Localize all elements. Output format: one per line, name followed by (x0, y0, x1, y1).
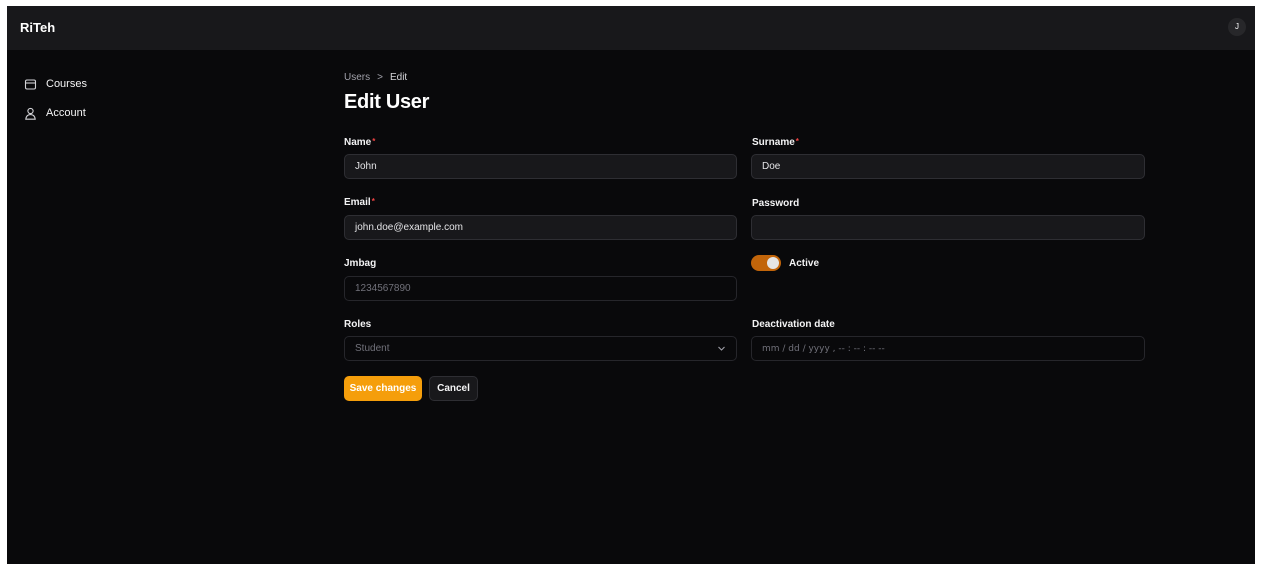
email-input[interactable]: john.doe@example.com (344, 215, 737, 240)
breadcrumb-users[interactable]: Users (344, 72, 370, 83)
cancel-button[interactable]: Cancel (429, 376, 478, 401)
surname-input[interactable]: Doe (751, 154, 1145, 179)
app-logo[interactable]: RiTeh (20, 20, 55, 35)
save-changes-button[interactable]: Save changes (344, 376, 422, 401)
chevron-down-icon (718, 346, 725, 351)
email-label-text: Email (344, 197, 371, 208)
required-marker: * (372, 137, 376, 146)
page-title: Edit User (344, 91, 430, 113)
breadcrumb-edit: Edit (389, 72, 408, 83)
chevron-right-icon: > (377, 72, 383, 83)
email-label: Email* (344, 197, 375, 208)
box-icon (24, 78, 37, 90)
toggle-knob (767, 257, 779, 269)
surname-label-text: Surname (752, 137, 795, 148)
deactivation-date-placeholder: mm / dd / yyyy , -- : -- : -- -- (762, 343, 885, 354)
name-input[interactable]: John (344, 154, 737, 179)
active-label: Active (789, 258, 820, 269)
sidebar-item-label: Account (46, 107, 86, 119)
sidebar-item-courses[interactable]: Courses (24, 75, 87, 93)
roles-select[interactable]: Student (344, 336, 737, 361)
sidebar-item-account[interactable]: Account (24, 104, 86, 122)
breadcrumb: Users > Edit (344, 72, 407, 83)
deactivation-date-label: Deactivation date (752, 319, 835, 330)
required-marker: * (795, 137, 799, 146)
top-bar: RiTeh J (7, 6, 1255, 50)
surname-input-value: Doe (762, 161, 781, 172)
surname-label: Surname* (752, 137, 799, 148)
email-input-value: john.doe@example.com (355, 222, 463, 233)
jmbag-placeholder: 1234567890 (355, 283, 411, 294)
required-marker: * (371, 197, 375, 206)
jmbag-label: Jmbag (344, 258, 377, 269)
user-icon (25, 107, 36, 120)
sidebar-item-label: Courses (46, 78, 87, 90)
jmbag-input[interactable]: 1234567890 (344, 276, 737, 301)
roles-selected-value: Student (355, 343, 390, 354)
password-label: Password (752, 198, 800, 209)
app-window: RiTeh J Courses Account Users > Edit Edi… (7, 6, 1255, 564)
password-input[interactable] (751, 215, 1145, 240)
active-toggle[interactable] (751, 255, 781, 271)
deactivation-date-input[interactable]: mm / dd / yyyy , -- : -- : -- -- (751, 336, 1145, 361)
avatar[interactable]: J (1228, 18, 1246, 36)
name-label-text: Name (344, 137, 372, 148)
name-input-value: John (355, 161, 377, 172)
roles-label: Roles (344, 319, 372, 330)
name-label: Name* (344, 137, 375, 148)
